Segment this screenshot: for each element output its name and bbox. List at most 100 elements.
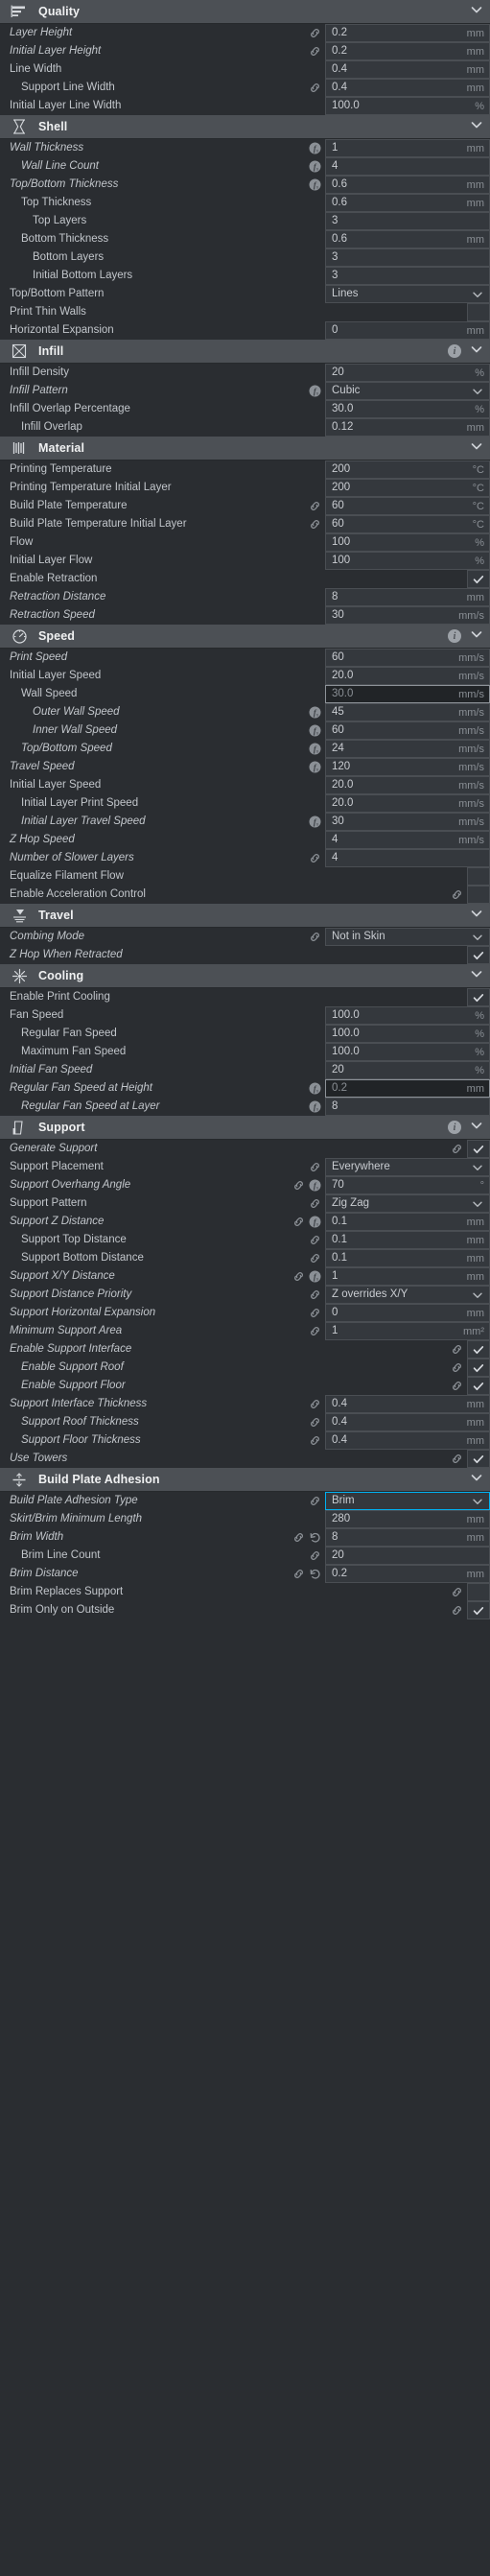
section-header-shell[interactable]: Shell	[0, 115, 490, 139]
input-support-floor-thickness[interactable]: 0.4 mm	[325, 1431, 490, 1450]
input-travel-speed[interactable]: 120 mm/s	[325, 758, 490, 776]
input-maximum-fan-speed[interactable]: 100.0%	[325, 1043, 490, 1061]
checkbox-brim-only-on-outside[interactable]	[467, 1601, 490, 1619]
section-header-speed[interactable]: Speed i	[0, 625, 490, 649]
input-support-top-distance[interactable]: 0.1 mm	[325, 1231, 490, 1249]
checkbox-print-thin-walls[interactable]	[467, 303, 490, 321]
revert-icon[interactable]	[309, 1568, 321, 1580]
dropdown-infill-pattern[interactable]: Cubic	[325, 382, 490, 400]
info-icon[interactable]: i	[448, 629, 461, 643]
checkbox-enable-retraction[interactable]	[467, 570, 490, 588]
input-minimum-support-area[interactable]: 1 mm²	[325, 1322, 490, 1340]
chevron-down-icon[interactable]	[469, 1118, 484, 1138]
input-flow[interactable]: 100%	[325, 533, 490, 552]
input-print-speed[interactable]: 60 mm/s	[325, 649, 490, 667]
input-top-thickness[interactable]: 0.6 mm	[325, 194, 490, 212]
input-initial-layer-height[interactable]: 0.2 mm	[325, 42, 490, 60]
checkbox-enable-acceleration-control[interactable]	[467, 886, 490, 904]
input-initial-layer-speed[interactable]: 20.0 mm/s	[325, 776, 490, 794]
input-initial-bottom-layers[interactable]: 3	[325, 267, 490, 285]
input-wall-line-count[interactable]: 4	[325, 157, 490, 176]
chevron-down-icon[interactable]	[469, 438, 484, 459]
dropdown-combing-mode[interactable]: Not in Skin	[325, 928, 490, 946]
section-header-build-plate-adhesion[interactable]: Build Plate Adhesion	[0, 1468, 490, 1492]
input-top-bottom-speed[interactable]: 24 mm/s	[325, 740, 490, 758]
chevron-down-icon[interactable]	[469, 966, 484, 986]
chevron-down-icon[interactable]	[469, 117, 484, 137]
input-top-layers[interactable]: 3	[325, 212, 490, 230]
input-regular-fan-speed-at-height[interactable]: 0.2 mm	[325, 1079, 490, 1098]
input-initial-layer-flow[interactable]: 100%	[325, 552, 490, 570]
dropdown-build-plate-adhesion-type[interactable]: Brim	[325, 1492, 490, 1510]
input-brim-distance[interactable]: 0.2 mm	[325, 1565, 490, 1583]
checkbox-enable-support-interface[interactable]	[467, 1340, 490, 1359]
input-infill-density[interactable]: 20%	[325, 364, 490, 382]
input-initial-layer-speed[interactable]: 20.0 mm/s	[325, 667, 490, 685]
input-number-of-slower-layers[interactable]: 4	[325, 849, 490, 867]
checkbox-generate-support[interactable]	[467, 1140, 490, 1158]
input-layer-height[interactable]: 0.2 mm	[325, 24, 490, 42]
input-fan-speed[interactable]: 100.0%	[325, 1006, 490, 1025]
input-bottom-layers[interactable]: 3	[325, 248, 490, 267]
input-support-bottom-distance[interactable]: 0.1 mm	[325, 1249, 490, 1267]
input-bottom-thickness[interactable]: 0.6 mm	[325, 230, 490, 248]
input-support-overhang-angle[interactable]: 70 °	[325, 1176, 490, 1194]
input-brim-width[interactable]: 8 mm	[325, 1528, 490, 1547]
input-regular-fan-speed-at-layer[interactable]: 8	[325, 1098, 490, 1116]
input-initial-layer-print-speed[interactable]: 20.0 mm/s	[325, 794, 490, 813]
checkbox-z-hop-when-retracted[interactable]	[467, 946, 490, 964]
input-support-roof-thickness[interactable]: 0.4 mm	[325, 1413, 490, 1431]
input-support-x-y-distance[interactable]: 1 mm	[325, 1267, 490, 1286]
info-icon[interactable]: i	[448, 1121, 461, 1134]
input-printing-temperature-initial-layer[interactable]: 200 °C	[325, 479, 490, 497]
input-support-z-distance[interactable]: 0.1 mm	[325, 1213, 490, 1231]
input-horizontal-expansion[interactable]: 0 mm	[325, 321, 490, 340]
input-top-bottom-thickness[interactable]: 0.6 mm	[325, 176, 490, 194]
checkbox-use-towers[interactable]	[467, 1450, 490, 1468]
section-header-cooling[interactable]: Cooling	[0, 964, 490, 988]
revert-icon[interactable]	[309, 1531, 321, 1544]
input-initial-fan-speed[interactable]: 20%	[325, 1061, 490, 1079]
checkbox-enable-print-cooling[interactable]	[467, 988, 490, 1006]
input-support-horizontal-expansion[interactable]: 0 mm	[325, 1304, 490, 1322]
section-header-quality[interactable]: Quality	[0, 0, 490, 24]
section-header-support[interactable]: Support i	[0, 1116, 490, 1140]
dropdown-support-placement[interactable]: Everywhere	[325, 1158, 490, 1176]
dropdown-support-pattern[interactable]: Zig Zag	[325, 1194, 490, 1213]
section-header-infill[interactable]: Infill i	[0, 340, 490, 364]
input-z-hop-speed[interactable]: 4 mm/s	[325, 831, 490, 849]
checkbox-enable-support-roof[interactable]	[467, 1359, 490, 1377]
input-regular-fan-speed[interactable]: 100.0%	[325, 1025, 490, 1043]
dropdown-support-distance-priority[interactable]: Z overrides X/Y	[325, 1286, 490, 1304]
chevron-down-icon[interactable]	[469, 626, 484, 647]
dropdown-top-bottom-pattern[interactable]: Lines	[325, 285, 490, 303]
info-icon[interactable]: i	[448, 344, 461, 358]
input-inner-wall-speed[interactable]: 60 mm/s	[325, 721, 490, 740]
chevron-down-icon[interactable]	[469, 1470, 484, 1490]
checkbox-enable-support-floor[interactable]	[467, 1377, 490, 1395]
input-wall-speed[interactable]: 30.0 mm/s	[325, 685, 490, 703]
checkbox-brim-replaces-support[interactable]	[467, 1583, 490, 1601]
input-brim-line-count[interactable]: 20	[325, 1547, 490, 1565]
input-infill-overlap[interactable]: 0.12 mm	[325, 418, 490, 437]
input-printing-temperature[interactable]: 200 °C	[325, 461, 490, 479]
input-infill-overlap-percentage[interactable]: 30.0%	[325, 400, 490, 418]
section-header-material[interactable]: Material	[0, 437, 490, 461]
input-initial-layer-line-width[interactable]: 100.0%	[325, 97, 490, 115]
input-outer-wall-speed[interactable]: 45 mm/s	[325, 703, 490, 721]
input-retraction-distance[interactable]: 8 mm	[325, 588, 490, 606]
input-support-interface-thickness[interactable]: 0.4 mm	[325, 1395, 490, 1413]
chevron-down-icon[interactable]	[469, 342, 484, 362]
input-skirt-brim-minimum-length[interactable]: 280 mm	[325, 1510, 490, 1528]
input-initial-layer-travel-speed[interactable]: 30 mm/s	[325, 813, 490, 831]
input-support-line-width[interactable]: 0.4 mm	[325, 79, 490, 97]
input-wall-thickness[interactable]: 1 mm	[325, 139, 490, 157]
chevron-down-icon[interactable]	[469, 906, 484, 926]
input-retraction-speed[interactable]: 30 mm/s	[325, 606, 490, 625]
input-build-plate-temperature[interactable]: 60 °C	[325, 497, 490, 515]
input-build-plate-temperature-initial-layer[interactable]: 60 °C	[325, 515, 490, 533]
checkbox-equalize-filament-flow[interactable]	[467, 867, 490, 886]
chevron-down-icon[interactable]	[469, 2, 484, 22]
section-header-travel[interactable]: Travel	[0, 904, 490, 928]
input-line-width[interactable]: 0.4 mm	[325, 60, 490, 79]
